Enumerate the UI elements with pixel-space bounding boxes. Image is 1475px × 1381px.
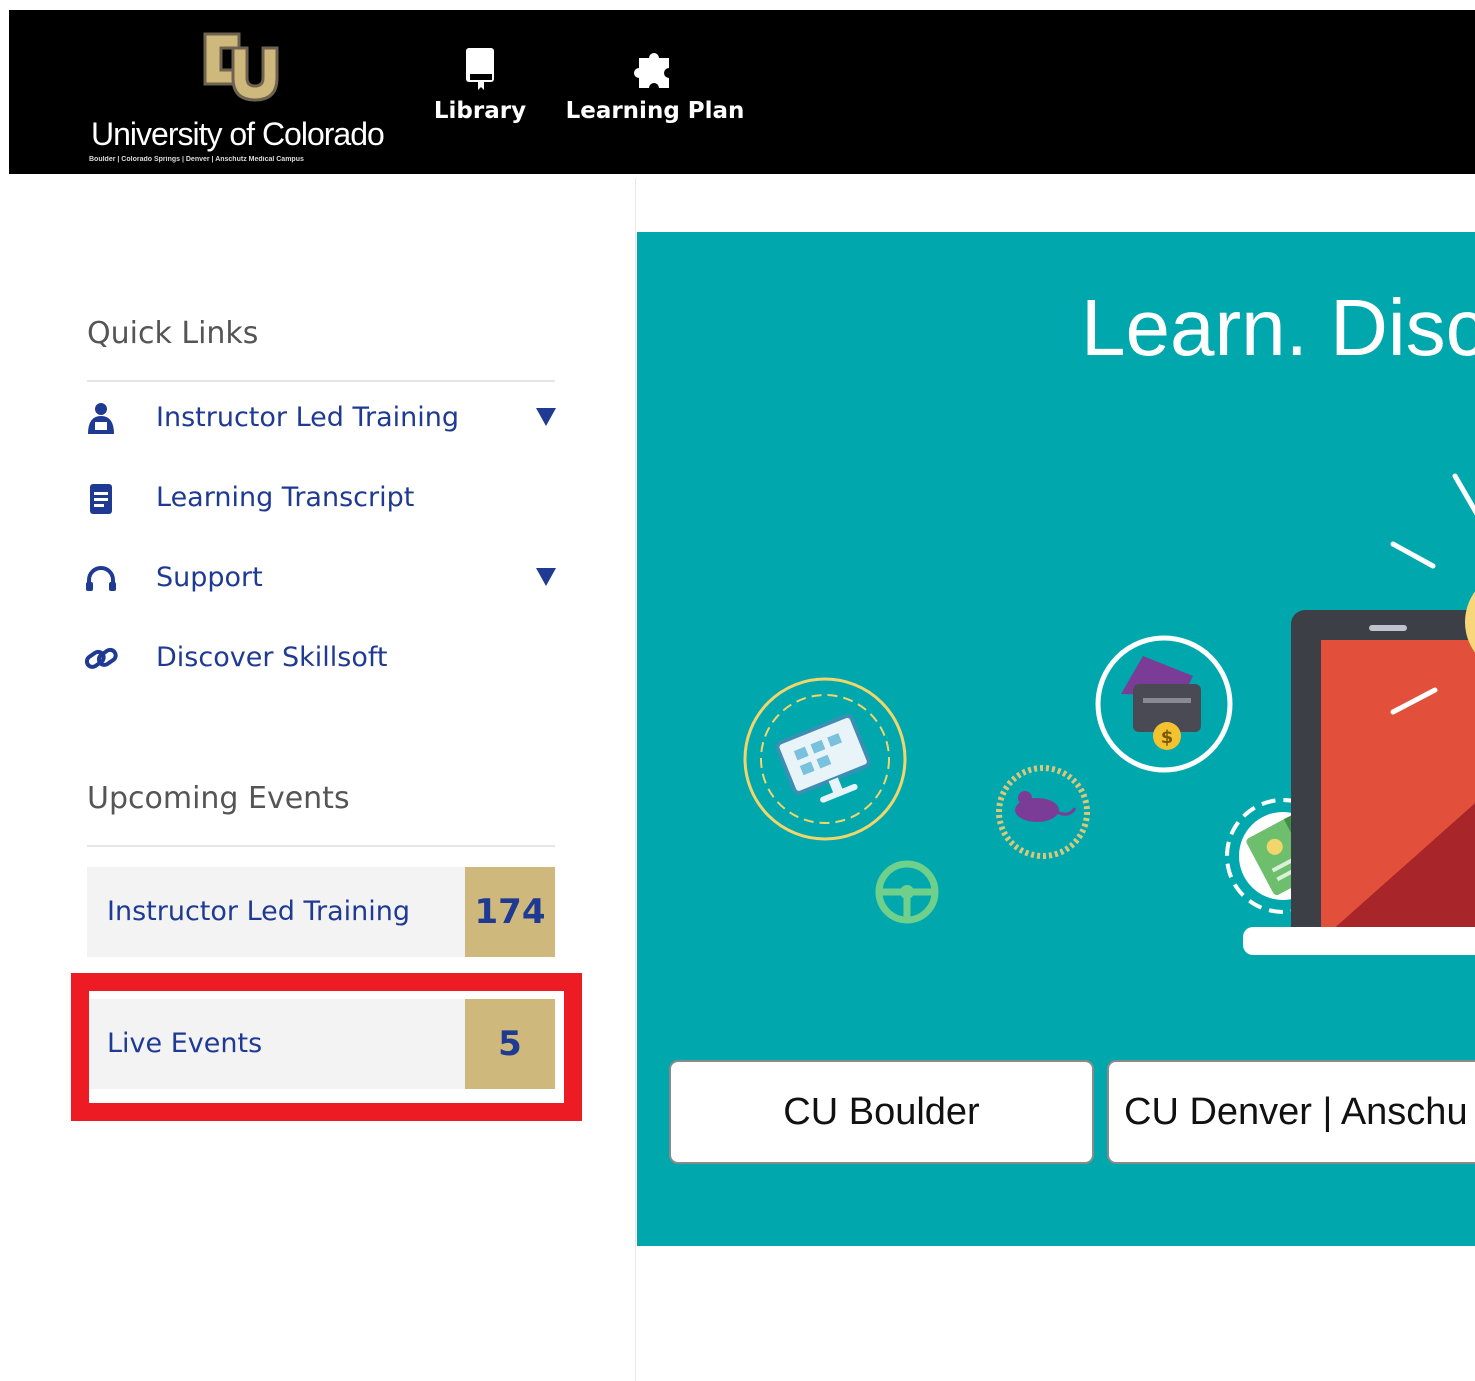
quick-link-instructor-led-training[interactable]: Instructor Led Training (84, 398, 558, 444)
quick-link-label: Instructor Led Training (156, 402, 460, 433)
brand-subtitle: Boulder | Colorado Springs | Denver | An… (89, 156, 304, 163)
caret-down-icon[interactable] (534, 566, 558, 588)
top-nav-bar: University of Colorado Boulder | Colorad… (9, 10, 1475, 174)
quick-link-discover-skillsoft[interactable]: Discover Skillsoft (84, 638, 558, 684)
upcoming-events-title: Upcoming Events (87, 781, 350, 816)
hero-title: Learn. Disco (1081, 283, 1475, 372)
quick-link-label: Support (156, 562, 263, 593)
puzzle-icon (634, 53, 669, 88)
upcoming-events-divider (87, 845, 555, 847)
university-logo[interactable]: University of Colorado Boulder | Colorad… (89, 20, 409, 170)
quick-link-label: Discover Skillsoft (156, 642, 388, 673)
quick-links-title: Quick Links (87, 316, 259, 351)
book-icon (466, 48, 494, 90)
nav-library-label: Library (433, 98, 527, 124)
steering-wheel-icon (875, 860, 939, 924)
headset-icon (86, 566, 116, 591)
transcript-icon (90, 484, 112, 514)
event-instructor-led-training[interactable]: Instructor Led Training 174 (87, 867, 555, 957)
event-label: Instructor Led Training (107, 896, 411, 927)
nav-learning-plan-label: Learning Plan (565, 98, 745, 124)
instructor-icon (88, 403, 114, 434)
event-count-badge: 174 (465, 867, 555, 957)
link-icon (84, 647, 118, 669)
caret-down-icon[interactable] (534, 406, 558, 428)
nav-library[interactable]: Library (433, 46, 527, 156)
quick-link-learning-transcript[interactable]: Learning Transcript (84, 478, 558, 524)
sidebar-divider (635, 178, 636, 1381)
nav-learning-plan[interactable]: Learning Plan (565, 46, 745, 156)
svg-text:$: $ (1161, 727, 1174, 748)
wallet-badge-icon: $ (1095, 635, 1233, 773)
quick-link-label: Learning Transcript (156, 482, 415, 513)
highlight-annotation (71, 973, 582, 1121)
quick-links-divider (87, 380, 555, 382)
monitor-badge-icon (743, 677, 907, 841)
cu-logo-icon (203, 32, 279, 102)
laptop-illustration (1243, 610, 1475, 955)
hero-banner: $ Learn. Disco CU Boulder CU De (637, 232, 1475, 1246)
mouse-badge-icon (996, 765, 1090, 859)
quick-link-support[interactable]: Support (84, 558, 558, 604)
cu-boulder-button[interactable]: CU Boulder (669, 1060, 1094, 1164)
brand-name: University of Colorado (91, 116, 385, 152)
cu-denver-anschutz-button[interactable]: CU Denver | Anschu (1107, 1060, 1475, 1164)
